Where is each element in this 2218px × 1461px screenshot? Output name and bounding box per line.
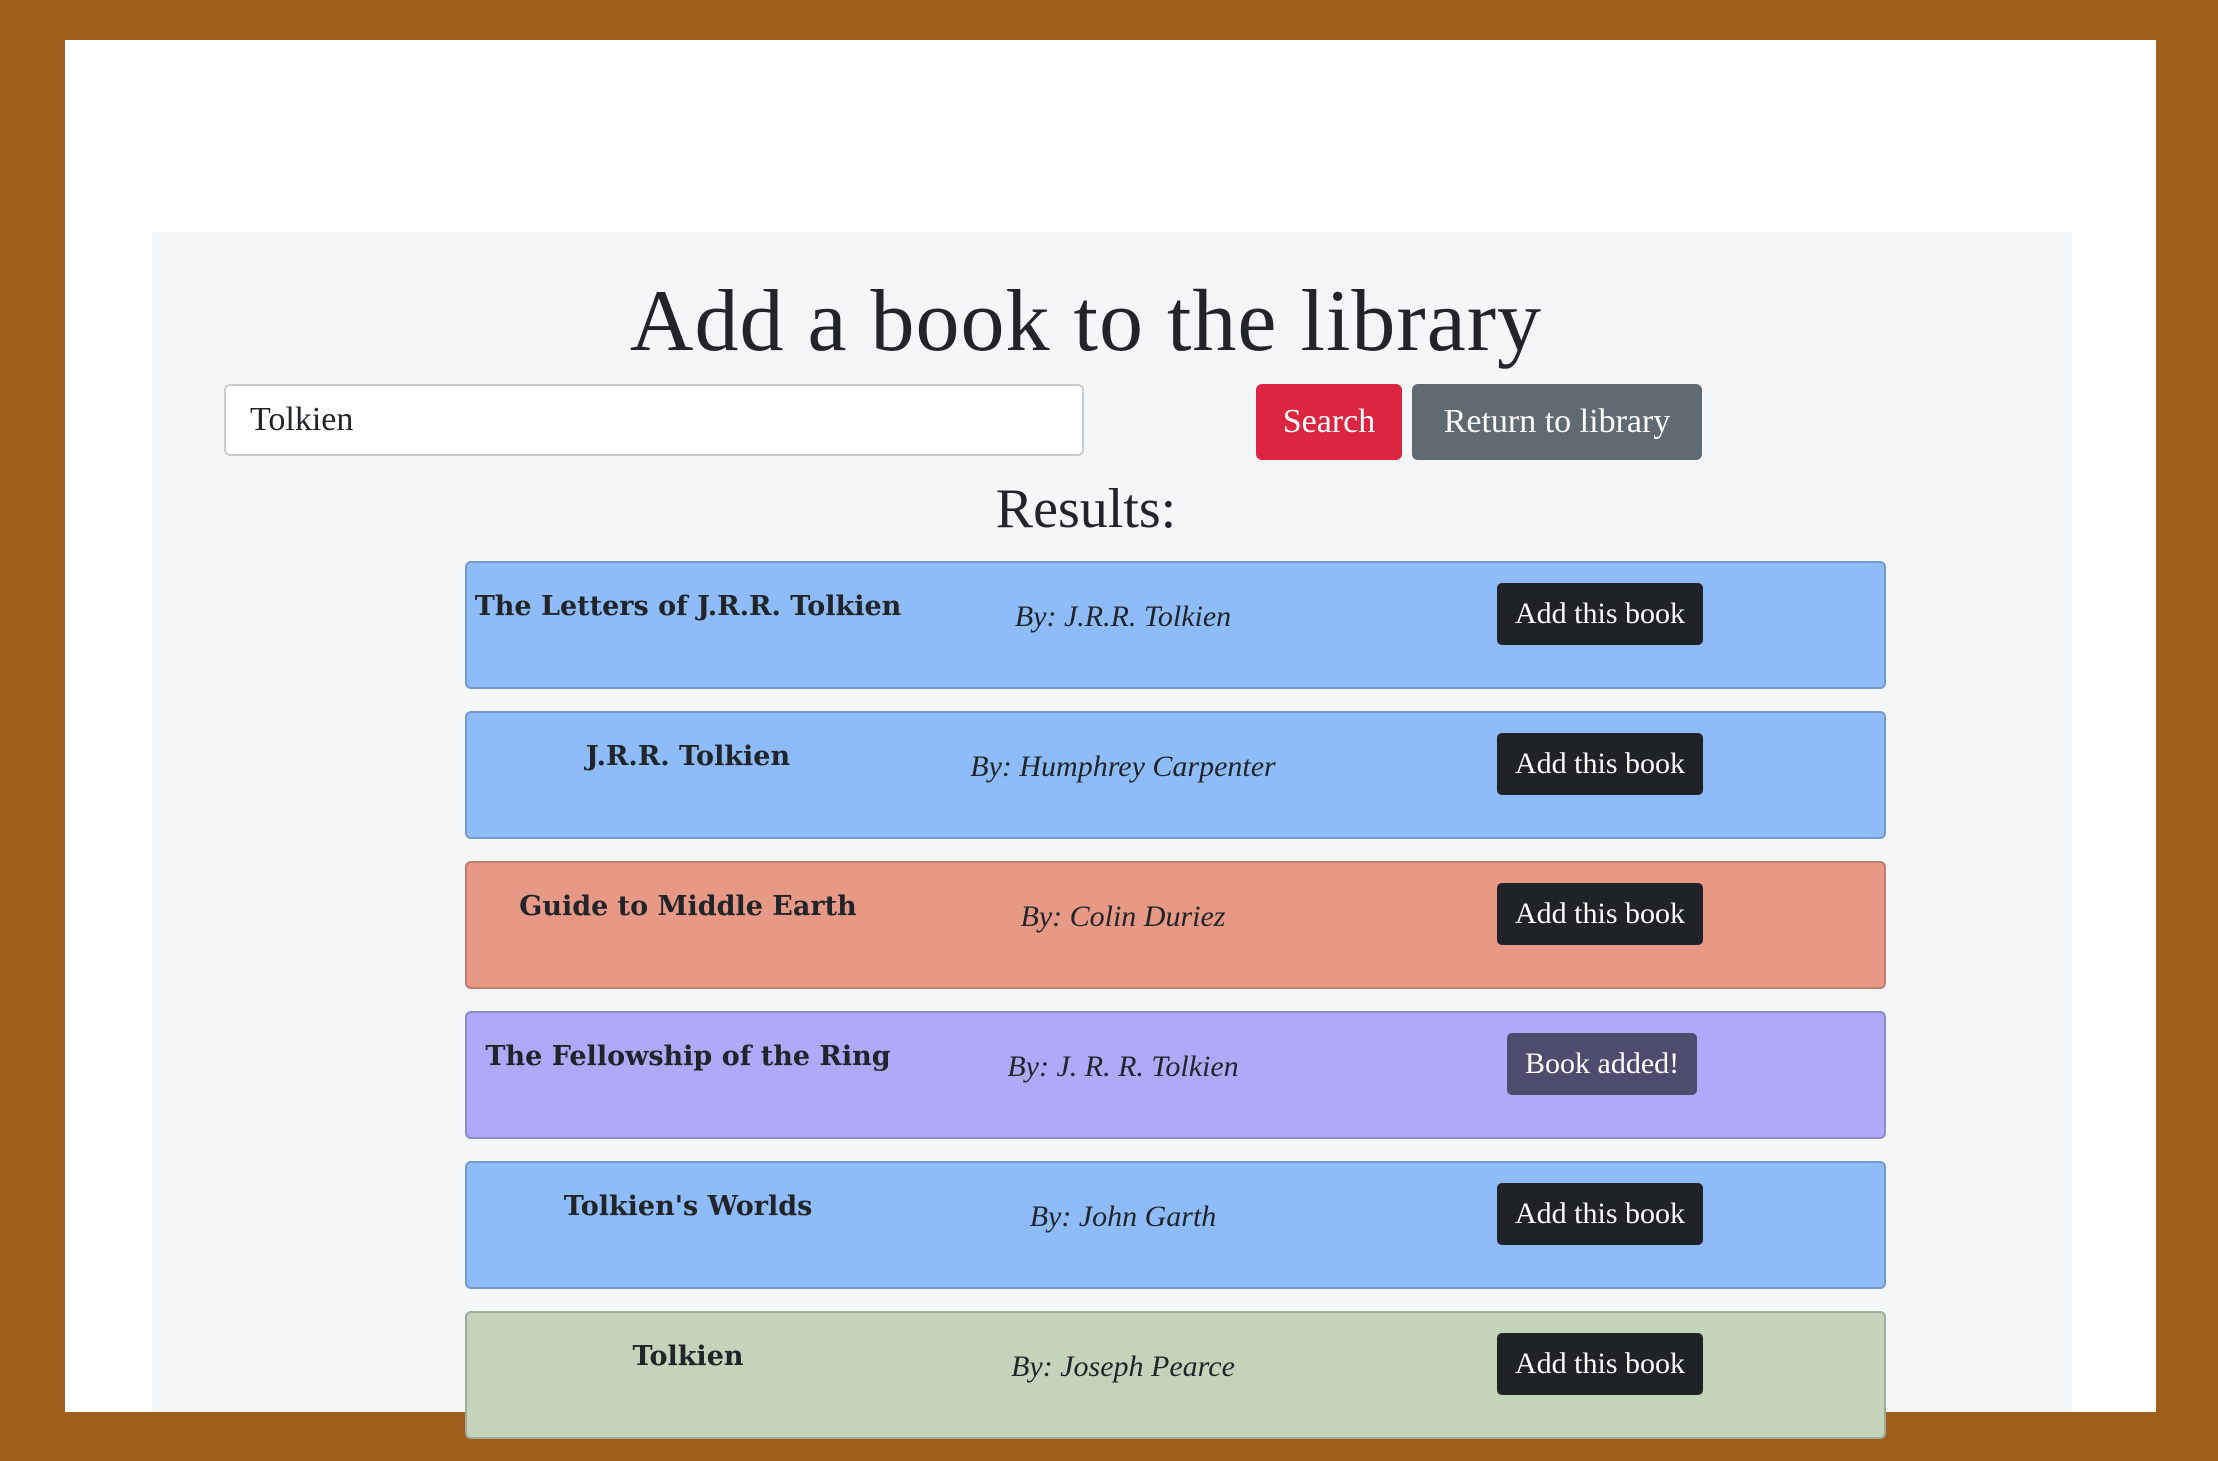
add-book-button[interactable]: Add this book [1497,1333,1704,1395]
book-title: The Fellowship of the Ring [485,1041,891,1072]
search-input[interactable] [224,384,1084,456]
result-card: J.R.R. Tolkien By: Humphrey Carpenter Ad… [465,711,1886,839]
book-added-button[interactable]: Book added! [1507,1033,1698,1095]
result-card: Guide to Middle Earth By: Colin Duriez A… [465,861,1886,989]
book-author: By: Humphrey Carpenter [970,750,1276,783]
book-title: Tolkien [632,1341,744,1372]
page-title: Add a book to the library [629,273,1543,370]
book-author: By: J.R.R. Tolkien [1014,600,1232,633]
add-book-panel: Add a book to the library Search Return … [152,232,2072,1439]
result-card: Tolkien By: Joseph Pearce Add this book [465,1311,1886,1439]
add-book-button[interactable]: Add this book [1497,883,1704,945]
page-container: Add a book to the library Search Return … [65,40,2156,1439]
book-author: By: Colin Duriez [1020,900,1226,933]
book-title: J.R.R. Tolkien [585,741,791,772]
return-to-library-button[interactable]: Return to library [1412,384,1702,460]
add-book-button[interactable]: Add this book [1497,1183,1704,1245]
results-list: The Letters of J.R.R. Tolkien By: J.R.R.… [465,561,1886,1461]
result-card: The Fellowship of the Ring By: J. R. R. … [465,1011,1886,1139]
add-book-button[interactable]: Add this book [1497,583,1704,645]
book-author: By: J. R. R. Tolkien [1007,1050,1239,1083]
add-book-button[interactable]: Add this book [1497,733,1704,795]
book-author: By: Joseph Pearce [1011,1350,1235,1383]
book-title: Guide to Middle Earth [519,891,857,922]
result-card: The Letters of J.R.R. Tolkien By: J.R.R.… [465,561,1886,689]
book-title: The Letters of J.R.R. Tolkien [474,591,902,622]
book-title: Tolkien's Worlds [563,1191,813,1222]
book-author: By: John Garth [1029,1200,1217,1233]
search-button[interactable]: Search [1256,384,1402,460]
results-heading: Results: [995,478,1177,540]
result-card: Tolkien's Worlds By: John Garth Add this… [465,1161,1886,1289]
